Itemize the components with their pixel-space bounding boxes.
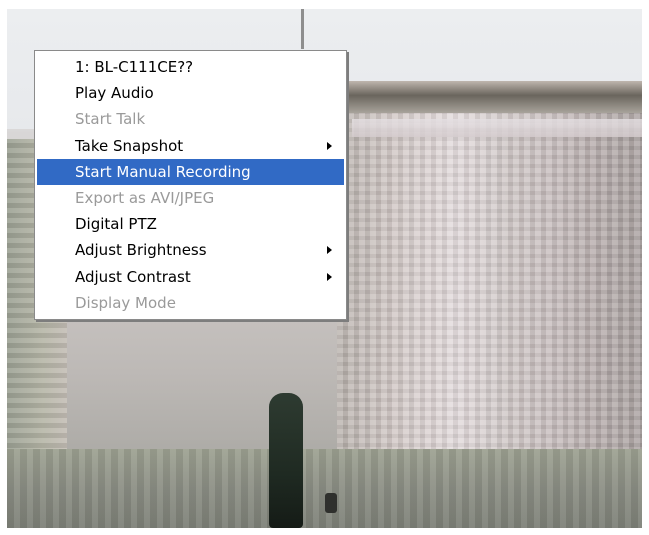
menu-item-label: Play Audio <box>75 84 154 103</box>
menu-item-start-manual-recording[interactable]: Start Manual Recording <box>37 158 344 185</box>
video-pole <box>301 9 304 49</box>
menu-item-take-snapshot[interactable]: Take Snapshot <box>37 133 344 159</box>
menu-item-label: Display Mode <box>75 293 176 312</box>
menu-item-camera-name[interactable]: 1: BL-C111CE?? <box>37 54 344 80</box>
menu-item-label: Take Snapshot <box>75 136 184 155</box>
submenu-arrow-icon <box>327 272 332 281</box>
menu-item-label: 1: BL-C111CE?? <box>75 58 194 76</box>
video-tower-top <box>337 81 642 113</box>
context-menu: 1: BL-C111CE?? Play Audio Start Talk Tak… <box>34 50 347 320</box>
menu-item-adjust-contrast[interactable]: Adjust Contrast <box>37 264 344 290</box>
menu-item-display-mode: Display Mode <box>37 290 344 316</box>
submenu-arrow-icon <box>327 141 332 150</box>
video-dark-figure <box>269 393 303 528</box>
video-dark-object <box>325 493 337 513</box>
menu-item-label: Export as AVI/JPEG <box>75 188 215 207</box>
menu-item-export-avi-jpeg: Export as AVI/JPEG <box>37 185 344 211</box>
menu-item-adjust-brightness[interactable]: Adjust Brightness <box>37 237 344 263</box>
menu-item-label: Adjust Contrast <box>75 267 191 286</box>
menu-item-start-talk: Start Talk <box>37 106 344 132</box>
menu-item-label: Adjust Brightness <box>75 241 207 260</box>
video-ground <box>7 449 642 528</box>
menu-item-play-audio[interactable]: Play Audio <box>37 80 344 106</box>
menu-item-label: Digital PTZ <box>75 215 157 234</box>
video-tower-band <box>352 119 642 137</box>
screenshot-frame: 1: BL-C111CE?? Play Audio Start Talk Tak… <box>0 0 649 535</box>
menu-item-digital-ptz[interactable]: Digital PTZ <box>37 211 344 237</box>
menu-item-label: Start Manual Recording <box>75 162 251 181</box>
submenu-arrow-icon <box>327 246 332 255</box>
menu-item-label: Start Talk <box>75 110 146 129</box>
